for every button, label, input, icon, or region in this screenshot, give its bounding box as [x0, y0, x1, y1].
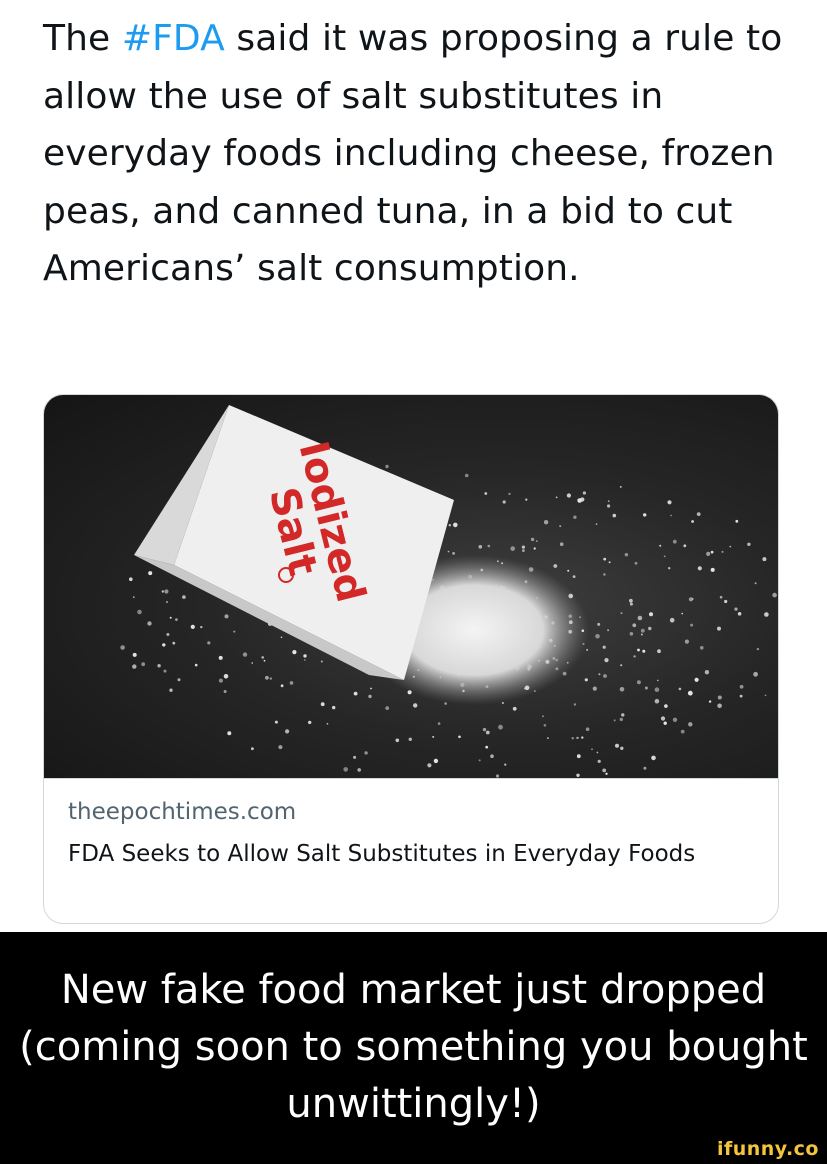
salt-packet: Iodized Salt [134, 405, 454, 680]
hashtag-link[interactable]: #FDA [122, 18, 225, 59]
card-image-salt-packet[interactable]: Iodized Salt [44, 395, 778, 779]
link-preview-card[interactable]: Iodized Salt theepochtimes.com FDA Seeks… [43, 394, 779, 924]
tweet-text-before: The [43, 18, 122, 59]
salt-packet-illustration: Iodized Salt [120, 405, 777, 778]
card-domain: theepochtimes.com [68, 799, 297, 825]
ifunny-watermark-logo: ifunny.co [716, 1138, 819, 1160]
card-title[interactable]: FDA Seeks to Allow Salt Substitutes in E… [68, 837, 758, 872]
tweet-text: The #FDA said it was proposing a rule to… [43, 10, 803, 298]
meme-caption: New fake food market just dropped (comin… [19, 967, 808, 1127]
